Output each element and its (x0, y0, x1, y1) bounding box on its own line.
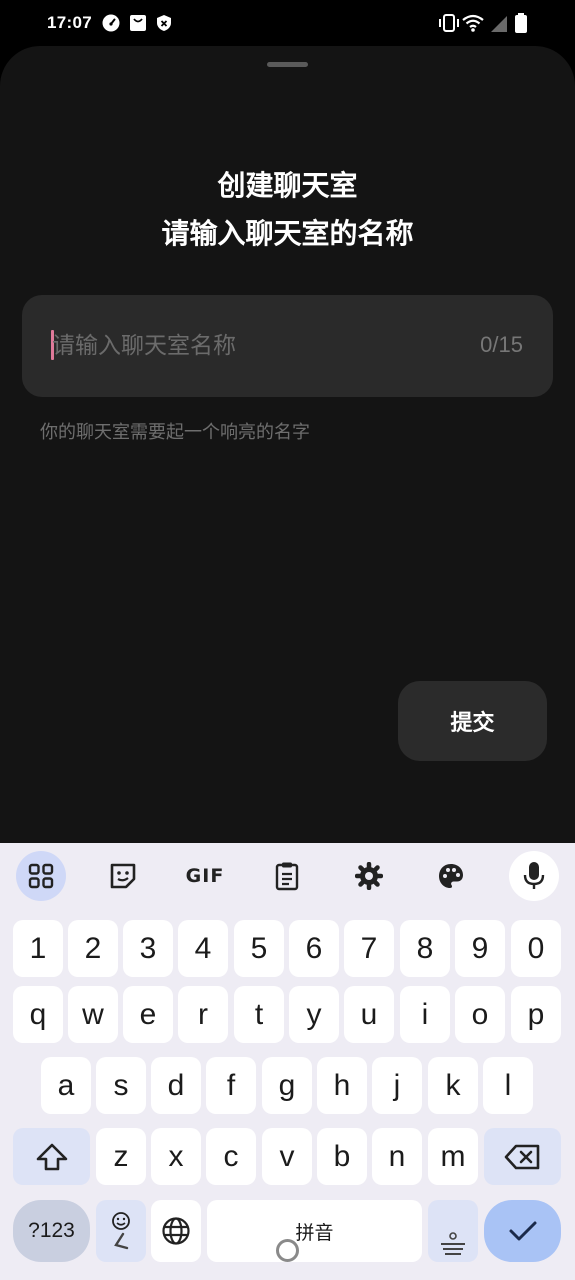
submit-button[interactable]: 提交 (398, 681, 547, 761)
key-0[interactable]: 0 (511, 920, 561, 977)
key-j[interactable]: j (372, 1057, 422, 1114)
speedometer-icon (102, 14, 120, 32)
key-u[interactable]: u (344, 986, 394, 1043)
key-6[interactable]: 6 (289, 920, 339, 977)
comma-icon (114, 1232, 129, 1250)
wifi-icon (462, 14, 484, 32)
key-e[interactable]: e (123, 986, 173, 1043)
candidates-key[interactable] (428, 1200, 478, 1262)
key-2[interactable]: 2 (68, 920, 118, 977)
key-d[interactable]: d (151, 1057, 201, 1114)
vibrate-icon (439, 14, 459, 32)
key-y[interactable]: y (289, 986, 339, 1043)
backspace-key[interactable] (484, 1128, 561, 1185)
emoji-icon (112, 1212, 130, 1230)
key-5[interactable]: 5 (234, 920, 284, 977)
shield-icon (157, 15, 171, 31)
status-bar: 17:07 (0, 0, 575, 48)
chatroom-name-input[interactable] (52, 321, 452, 371)
key-h[interactable]: h (317, 1057, 367, 1114)
settings-icon[interactable] (344, 851, 394, 901)
symbols-key[interactable]: ?123 (13, 1200, 90, 1262)
key-n[interactable]: n (372, 1128, 422, 1185)
key-w[interactable]: w (68, 986, 118, 1043)
create-chatroom-sheet: 创建聊天室 请输入聊天室的名称 0/15 你的聊天室需要起一个响亮的名字 提交 (0, 46, 575, 856)
bag-icon (130, 15, 146, 31)
key-f[interactable]: f (206, 1057, 256, 1114)
char-counter: 0/15 (480, 332, 523, 357)
globe-icon (162, 1217, 190, 1245)
key-b[interactable]: b (317, 1128, 367, 1185)
key-p[interactable]: p (511, 986, 561, 1043)
apps-icon[interactable] (16, 851, 66, 901)
key-1[interactable]: 1 (13, 920, 63, 977)
battery-icon (515, 13, 527, 33)
key-r[interactable]: r (178, 986, 228, 1043)
backspace-icon (504, 1144, 539, 1169)
shift-key[interactable] (13, 1128, 90, 1185)
key-t[interactable]: t (234, 986, 284, 1043)
key-i[interactable]: i (400, 986, 450, 1043)
key-g[interactable]: g (262, 1057, 312, 1114)
enter-key[interactable] (484, 1200, 561, 1262)
key-o[interactable]: o (455, 986, 505, 1043)
key-4[interactable]: 4 (178, 920, 228, 977)
status-time: 17:07 (47, 13, 92, 32)
sheet-title: 创建聊天室 (217, 169, 358, 202)
gif-label: GIF (185, 865, 225, 887)
palette-icon[interactable] (426, 851, 476, 901)
key-c[interactable]: c (206, 1128, 256, 1185)
checkmark-icon (509, 1221, 536, 1241)
signal-icon (491, 16, 507, 32)
keyboard: GIF 1 2 3 4 5 6 7 8 9 0 q w e r t y u i … (0, 843, 575, 1280)
key-8[interactable]: 8 (400, 920, 450, 977)
clipboard-icon[interactable] (262, 851, 312, 901)
key-k[interactable]: k (428, 1057, 478, 1114)
menu-lines-icon (441, 1232, 465, 1255)
sheet-drag-handle[interactable] (267, 62, 308, 67)
sheet-subtitle: 请输入聊天室的名称 (161, 217, 414, 250)
emoji-key[interactable] (96, 1200, 146, 1262)
key-m[interactable]: m (428, 1128, 478, 1185)
mic-icon[interactable] (509, 851, 559, 901)
sticker-icon[interactable] (98, 851, 148, 901)
key-a[interactable]: a (41, 1057, 91, 1114)
language-key[interactable] (151, 1200, 201, 1262)
key-l[interactable]: l (483, 1057, 533, 1114)
key-3[interactable]: 3 (123, 920, 173, 977)
home-indicator[interactable] (276, 1239, 299, 1262)
key-q[interactable]: q (13, 986, 63, 1043)
key-9[interactable]: 9 (455, 920, 505, 977)
gif-icon[interactable]: GIF (180, 851, 230, 901)
space-key[interactable]: 拼音 (207, 1200, 422, 1262)
key-7[interactable]: 7 (344, 920, 394, 977)
key-v[interactable]: v (262, 1128, 312, 1185)
name-hint: 你的聊天室需要起一个响亮的名字 (40, 422, 310, 443)
key-x[interactable]: x (151, 1128, 201, 1185)
chatroom-name-field[interactable]: 0/15 (22, 295, 553, 397)
key-z[interactable]: z (96, 1128, 146, 1185)
key-s[interactable]: s (96, 1057, 146, 1114)
shift-icon (36, 1143, 67, 1170)
